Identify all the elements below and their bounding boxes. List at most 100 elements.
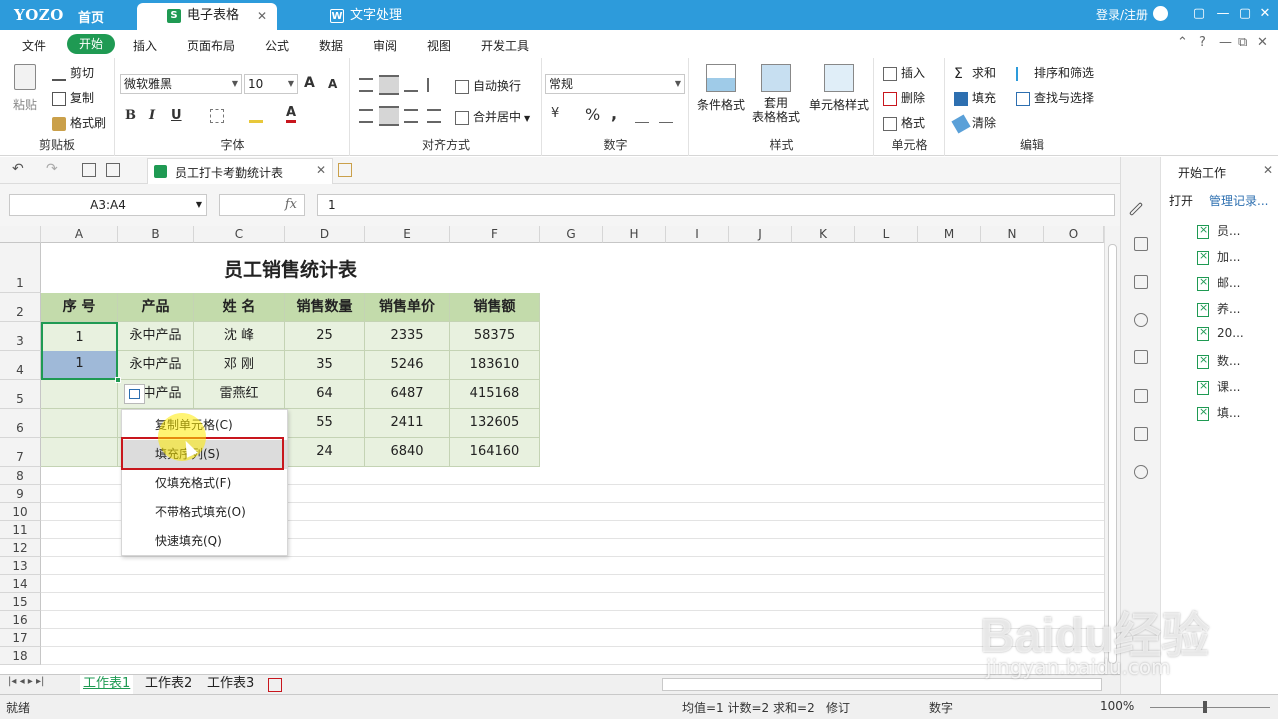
autofill-options-button[interactable] <box>124 384 145 404</box>
currency-button[interactable]: ¥ <box>551 106 559 121</box>
increase-decimal-icon[interactable] <box>635 109 649 123</box>
menu-item-fill-without-formatting[interactable]: 不带格式填充(O) <box>122 498 287 527</box>
zoom-slider-thumb[interactable] <box>1203 701 1207 713</box>
wrap-text-button[interactable]: 自动换行 <box>455 77 521 94</box>
table-cell[interactable]: 132605 <box>450 409 540 438</box>
header-cell[interactable]: 销售额 <box>450 293 540 322</box>
row-header[interactable]: 17 <box>0 629 41 647</box>
table-cell[interactable]: 永中产品 <box>118 351 194 380</box>
table-format-button[interactable]: 套用 表格格式 <box>746 64 806 124</box>
status-revise[interactable]: 修订 <box>826 699 850 716</box>
table-cell[interactable]: 415168 <box>450 380 540 409</box>
doc-restore-icon[interactable]: ⧉ <box>1238 35 1247 50</box>
recent-file-item[interactable]: 填... <box>1197 404 1240 421</box>
collapse-ribbon-icon[interactable]: ⌃ <box>1177 35 1188 50</box>
font-color-button[interactable]: A <box>286 106 297 123</box>
sheet-title-cell[interactable]: 员工销售统计表 <box>41 243 540 293</box>
tab-start[interactable]: 开始 <box>67 34 115 54</box>
help-circle-icon[interactable] <box>1134 465 1148 479</box>
doc-close-icon[interactable]: ✕ <box>1257 35 1268 50</box>
align-top-icon[interactable] <box>359 78 373 92</box>
minimize-button[interactable]: — <box>1214 5 1232 23</box>
table-cell[interactable]: 183610 <box>450 351 540 380</box>
column-header[interactable]: G <box>540 226 603 243</box>
text-direction-icon[interactable] <box>427 78 441 92</box>
table-cell[interactable]: 6840 <box>365 438 450 467</box>
recent-file-item[interactable]: 课... <box>1197 378 1240 395</box>
table-cell[interactable] <box>41 380 118 409</box>
cut-button[interactable]: 剪切 <box>52 64 94 81</box>
row-header[interactable]: 12 <box>0 539 41 557</box>
close-window-button[interactable]: ✕ <box>1256 5 1274 23</box>
pencil-icon[interactable] <box>1128 201 1144 217</box>
column-header[interactable]: E <box>365 226 450 243</box>
column-header[interactable]: I <box>666 226 729 243</box>
clear-button[interactable]: 清除 <box>951 113 996 134</box>
column-header[interactable]: M <box>918 226 981 243</box>
row-header[interactable]: 4 <box>0 351 41 380</box>
table-cell[interactable]: 35 <box>285 351 365 380</box>
edit-icon[interactable] <box>1134 427 1148 441</box>
delete-cells-button[interactable]: 删除 <box>883 89 925 106</box>
row-header[interactable]: 5 <box>0 380 41 409</box>
close-tab-icon[interactable]: ✕ <box>257 3 267 29</box>
print-preview-icon[interactable] <box>82 163 96 177</box>
align-middle-icon[interactable] <box>379 75 399 95</box>
table-cell[interactable]: 2411 <box>365 409 450 438</box>
save-icon[interactable] <box>106 163 120 177</box>
sliders-icon[interactable] <box>1134 237 1148 251</box>
row-header[interactable]: 11 <box>0 521 41 539</box>
table-cell[interactable]: 雷燕红 <box>194 380 285 409</box>
decrease-decimal-icon[interactable] <box>659 109 673 123</box>
column-header[interactable]: J <box>729 226 792 243</box>
table-cell[interactable]: 1 <box>41 351 118 380</box>
grow-font-button[interactable]: A <box>304 75 315 91</box>
row-header[interactable]: 15 <box>0 593 41 611</box>
format-cells-button[interactable]: 格式 <box>883 114 925 131</box>
table-cell[interactable]: 5246 <box>365 351 450 380</box>
tab-developer[interactable]: 开发工具 <box>481 37 529 54</box>
recent-file-item[interactable]: 员... <box>1197 222 1240 239</box>
table-cell[interactable]: 24 <box>285 438 365 467</box>
home-tab[interactable]: 首页 <box>78 7 104 26</box>
add-sheet-icon[interactable] <box>268 678 282 692</box>
table-cell[interactable]: 25 <box>285 322 365 351</box>
table-cell[interactable] <box>41 409 118 438</box>
header-cell[interactable]: 姓 名 <box>194 293 285 322</box>
help-icon[interactable]: ? <box>1199 35 1206 50</box>
tab-formula[interactable]: 公式 <box>265 37 289 54</box>
clock-icon[interactable] <box>1134 313 1148 327</box>
format-painter-button[interactable]: 格式刷 <box>52 114 106 131</box>
align-right-icon[interactable] <box>404 109 418 123</box>
open-tab[interactable]: 打开 <box>1169 192 1193 209</box>
table-cell[interactable]: 55 <box>285 409 365 438</box>
fill-handle[interactable] <box>115 377 121 383</box>
tab-word-processor[interactable]: W 文字处理 <box>300 3 440 30</box>
row-header[interactable]: 10 <box>0 503 41 521</box>
row-header[interactable]: 6 <box>0 409 41 438</box>
sheet-tab-1[interactable]: 工作表1 <box>80 675 134 694</box>
insert-cells-button[interactable]: 插入 <box>883 64 925 81</box>
table-cell[interactable]: 2335 <box>365 322 450 351</box>
tab-insert[interactable]: 插入 <box>133 37 157 54</box>
recent-file-item[interactable]: 数... <box>1197 352 1240 369</box>
close-document-icon[interactable]: ✕ <box>316 163 326 177</box>
table-cell[interactable]: 1 <box>41 322 118 351</box>
select-all-corner[interactable] <box>0 226 41 243</box>
column-header[interactable]: K <box>792 226 855 243</box>
recent-file-item[interactable]: 加... <box>1197 248 1240 265</box>
underline-button[interactable]: U <box>171 108 182 123</box>
close-pane-icon[interactable]: ✕ <box>1263 163 1273 177</box>
row-header[interactable]: 9 <box>0 485 41 503</box>
column-header[interactable]: C <box>194 226 285 243</box>
header-cell[interactable]: 序 号 <box>41 293 118 322</box>
table-cell[interactable]: 58375 <box>450 322 540 351</box>
header-cell[interactable]: 销售数量 <box>285 293 365 322</box>
undo-icon[interactable]: ↶ <box>12 161 24 177</box>
fill-button[interactable]: 填充 <box>954 89 996 106</box>
italic-button[interactable]: I <box>149 108 155 123</box>
row-header[interactable]: 13 <box>0 557 41 575</box>
menu-item-flash-fill[interactable]: 快速填充(Q) <box>122 527 287 556</box>
recent-file-item[interactable]: 养... <box>1197 300 1240 317</box>
table-cell[interactable] <box>41 438 118 467</box>
